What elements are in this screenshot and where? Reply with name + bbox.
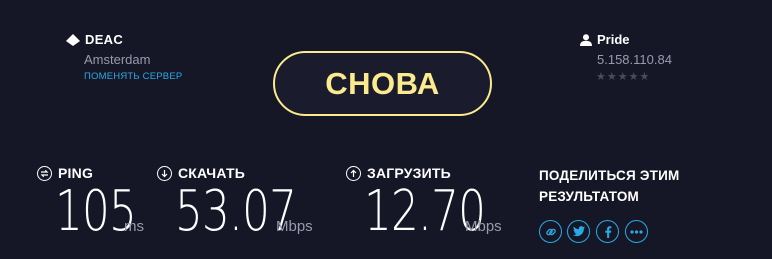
share-title: ПОДЕЛИТЬСЯ ЭТИМ РЕЗУЛЬТАТОМ — [539, 165, 679, 207]
link-icon — [545, 228, 556, 235]
user-icon — [580, 33, 592, 46]
share-facebook-button[interactable] — [596, 220, 619, 243]
isp-rating[interactable]: ★★★★★ — [596, 70, 650, 83]
ping-icon — [37, 165, 52, 181]
more-icon — [630, 229, 643, 234]
share-link-button[interactable] — [539, 220, 562, 243]
facebook-icon — [604, 225, 611, 238]
twitter-icon — [572, 226, 585, 237]
share-more-button[interactable] — [625, 220, 648, 243]
upload-icon — [346, 165, 361, 181]
server-location: Amsterdam — [84, 52, 151, 67]
download-unit: Mbps — [276, 218, 313, 235]
isp-ip: 5.158.110.84 — [597, 52, 672, 67]
again-button[interactable]: СНОВА — [273, 51, 492, 116]
share-title-line2: РЕЗУЛЬТАТОМ — [539, 189, 639, 204]
isp-name: Pride — [597, 32, 630, 47]
server-icon — [66, 33, 80, 46]
server-name: DEAC — [85, 32, 124, 47]
again-button-label: СНОВА — [325, 65, 440, 101]
ping-unit: ms — [124, 218, 144, 235]
share-title-line1: ПОДЕЛИТЬСЯ ЭТИМ — [539, 168, 680, 183]
server-header: DEAC — [66, 32, 123, 47]
isp-header: Pride — [580, 32, 630, 47]
upload-unit: Mbps — [465, 218, 502, 235]
download-icon — [157, 165, 172, 181]
change-server-link[interactable]: ПОМЕНЯТЬ СЕРВЕР — [84, 71, 182, 82]
share-twitter-button[interactable] — [567, 220, 590, 243]
